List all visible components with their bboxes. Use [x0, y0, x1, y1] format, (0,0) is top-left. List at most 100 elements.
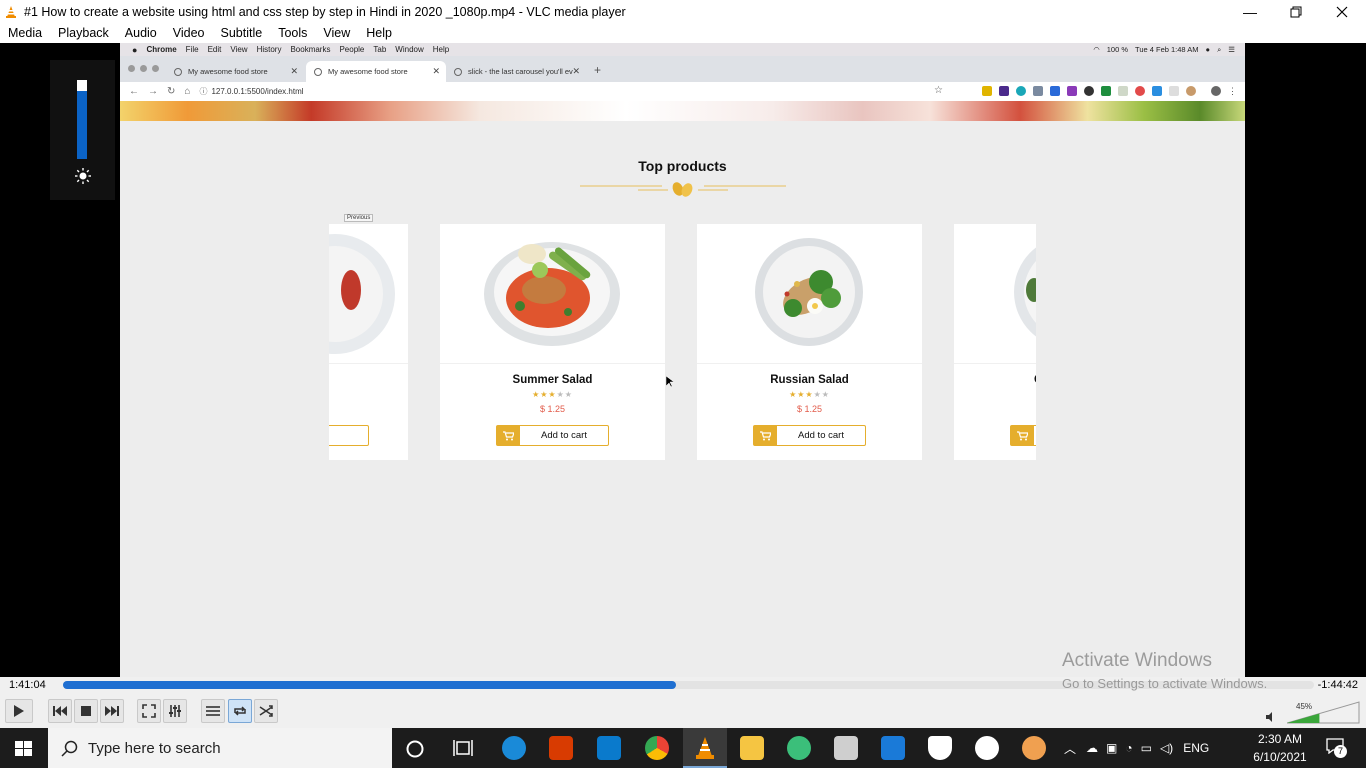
playback-controls: 45%: [0, 695, 1366, 728]
extension-icon[interactable]: [1118, 86, 1128, 96]
home-icon[interactable]: ⌂: [184, 86, 190, 97]
extension-icon[interactable]: [1067, 86, 1077, 96]
star-empty-icon: ★: [813, 390, 822, 399]
menu-tools[interactable]: Tools: [278, 26, 307, 40]
add-to-cart-button[interactable]: Add to cart: [753, 425, 866, 446]
play-button[interactable]: [5, 699, 33, 723]
store-icon[interactable]: [834, 736, 858, 760]
extension-icon[interactable]: [1169, 86, 1179, 96]
menu-help[interactable]: Help: [366, 26, 392, 40]
tab-3[interactable]: slick - the last carousel you'll ev ✕: [446, 61, 586, 82]
skip-forward-icon: [105, 706, 119, 716]
extended-settings-button[interactable]: [163, 699, 187, 723]
tray-app-icon[interactable]: ▣: [1106, 741, 1117, 755]
file-explorer-icon[interactable]: [740, 736, 764, 760]
extension-icon[interactable]: [982, 86, 992, 96]
product-image: [697, 224, 922, 364]
taskbar-active-vlc[interactable]: [683, 728, 727, 768]
mail-icon[interactable]: [881, 736, 905, 760]
extension-icon[interactable]: [999, 86, 1009, 96]
windows-start-icon[interactable]: [15, 741, 32, 756]
extension-icon[interactable]: [1016, 86, 1026, 96]
bookmark-star-icon[interactable]: ☆: [934, 85, 943, 96]
volume-icon[interactable]: ◁): [1160, 741, 1173, 755]
tab-2[interactable]: My awesome food store ✕: [306, 61, 446, 82]
menu-playback[interactable]: Playback: [58, 26, 109, 40]
fullscreen-button[interactable]: [137, 699, 161, 723]
product-image: [329, 224, 408, 364]
chrome-menu-icon[interactable]: ⋮: [1228, 86, 1237, 96]
russian-salad-image: [755, 238, 863, 346]
extension-icon[interactable]: [1050, 86, 1060, 96]
mac-menu-history: History: [256, 45, 282, 54]
volume-slider[interactable]: [1287, 701, 1361, 724]
back-icon[interactable]: ←: [129, 86, 139, 97]
battery-icon[interactable]: ▭: [1141, 741, 1152, 755]
mac-menu-view: View: [230, 45, 248, 54]
task-view-icon[interactable]: [453, 739, 473, 757]
taskbar-clock[interactable]: 2:30 AM 6/10/2021: [1240, 730, 1320, 766]
tab-3-close-icon[interactable]: ✕: [572, 66, 580, 77]
office-icon[interactable]: [549, 736, 573, 760]
eye-app-icon[interactable]: [1022, 736, 1046, 760]
time-elapsed[interactable]: 1:41:04: [9, 679, 46, 691]
add-to-cart-button[interactable]: Add to cart: [496, 425, 609, 446]
tab-1-close-icon[interactable]: ✕: [290, 66, 298, 77]
product-image: [954, 224, 1036, 364]
new-tab-button[interactable]: +: [594, 63, 601, 77]
vlc-menu-bar: Media Playback Audio Video Subtitle Tool…: [0, 23, 1366, 43]
taskbar-search-box[interactable]: Type here to search: [48, 728, 392, 768]
extension-icon[interactable]: [1152, 86, 1162, 96]
speaker-icon[interactable]: [1265, 711, 1277, 723]
tab-1[interactable]: My awesome food store ✕: [166, 61, 304, 82]
onedrive-icon[interactable]: ☁: [1086, 741, 1098, 755]
extension-icon[interactable]: [1135, 86, 1145, 96]
cart-icon: [497, 426, 520, 445]
app-icon[interactable]: [975, 736, 999, 760]
security-shield-icon[interactable]: [928, 736, 952, 760]
address-bar[interactable]: 127.0.0.1:5500/index.html: [211, 87, 303, 96]
mac-datetime: Tue 4 Feb 1:48 AM: [1135, 45, 1199, 54]
loop-button[interactable]: [228, 699, 252, 723]
add-to-cart-button[interactable]: [1010, 425, 1036, 446]
hero-banner-strip: [120, 101, 1245, 121]
tray-chevron-icon[interactable]: ︿: [1064, 740, 1076, 757]
profile-avatar[interactable]: [1211, 86, 1221, 96]
close-button[interactable]: [1319, 0, 1365, 23]
carousel-previous-button[interactable]: Previous: [344, 214, 374, 222]
system-tray: ︿ ☁ ▣ ◔ ▭ ◁) ENG: [1064, 728, 1209, 768]
play-icon: [14, 705, 24, 717]
menu-media[interactable]: Media: [8, 26, 42, 40]
next-button[interactable]: [100, 699, 124, 723]
atom-icon[interactable]: [787, 736, 811, 760]
extension-icon[interactable]: [1084, 86, 1094, 96]
menu-video[interactable]: Video: [173, 26, 205, 40]
restore-button[interactable]: [1273, 0, 1319, 23]
globe-icon: [454, 67, 462, 76]
notification-center[interactable]: 7: [1326, 738, 1347, 758]
extension-icon[interactable]: [1186, 86, 1196, 96]
extension-icon[interactable]: [1033, 86, 1043, 96]
language-indicator[interactable]: ENG: [1183, 741, 1209, 755]
forward-icon[interactable]: →: [148, 86, 158, 97]
edge-icon[interactable]: [502, 736, 526, 760]
mac-menu-people: People: [339, 45, 365, 54]
tab-2-close-icon[interactable]: ✕: [432, 66, 440, 77]
cortana-icon[interactable]: [405, 739, 425, 759]
extension-icon[interactable]: [1101, 86, 1111, 96]
playlist-button[interactable]: [201, 699, 225, 723]
stop-button[interactable]: [74, 699, 98, 723]
shuffle-button[interactable]: [254, 699, 278, 723]
menu-subtitle[interactable]: Subtitle: [221, 26, 263, 40]
network-icon[interactable]: ◔: [1125, 741, 1132, 755]
time-remaining[interactable]: -1:44:42: [1318, 679, 1358, 691]
menu-audio[interactable]: Audio: [125, 26, 157, 40]
chrome-icon[interactable]: [645, 736, 669, 760]
reload-icon[interactable]: ↻: [167, 86, 175, 97]
vscode-icon[interactable]: [597, 736, 621, 760]
minimize-button[interactable]: —: [1227, 0, 1273, 23]
add-to-cart-button[interactable]: [329, 425, 369, 446]
product-name: Summer Salad: [512, 374, 593, 386]
previous-button[interactable]: [48, 699, 72, 723]
menu-view[interactable]: View: [323, 26, 350, 40]
